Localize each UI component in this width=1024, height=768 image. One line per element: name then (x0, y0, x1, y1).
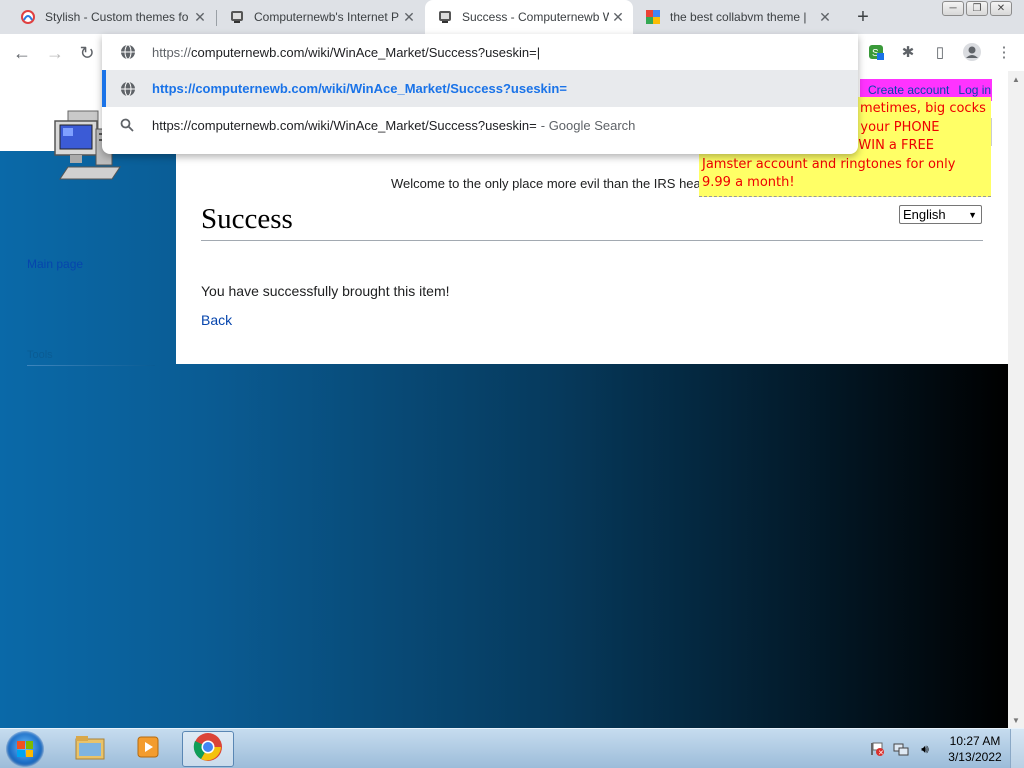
taskbar-chrome[interactable] (182, 731, 234, 767)
omnibox-dropdown: https://computernewb.com/wiki/WinAce_Mar… (102, 34, 858, 154)
show-desktop-button[interactable] (1010, 729, 1024, 768)
maximize-button[interactable]: ❐ (966, 1, 988, 16)
chrome-icon (193, 732, 223, 767)
scroll-down-icon[interactable]: ▼ (1008, 712, 1024, 728)
volume-icon[interactable]: 🔊︎ (916, 741, 934, 757)
side-panel-icon[interactable]: ▯ (928, 40, 952, 64)
close-window-button[interactable]: ✕ (990, 1, 1012, 16)
new-tab-button[interactable]: + (852, 6, 874, 28)
stylish-favicon-icon (20, 9, 36, 25)
suggestion-url[interactable]: https://computernewb.com/wiki/WinAce_Mar… (102, 70, 858, 107)
suggestion-search-hint: - Google Search (540, 118, 636, 133)
profile-avatar-icon[interactable] (960, 40, 984, 64)
tab-best-collabvm-theme[interactable]: the best collabvm theme | ✕ (633, 0, 840, 34)
page-scrollbar[interactable]: ▲ ▼ (1008, 71, 1024, 728)
close-tab-icon[interactable]: ✕ (400, 8, 418, 26)
login-link[interactable]: Log in (958, 83, 991, 97)
sidebar-item-faint[interactable] (27, 296, 167, 316)
system-tray: ✕ 🔊︎ 10:27 AM 3/13/2022 (868, 729, 1024, 768)
create-account-link[interactable]: Create account (868, 83, 949, 97)
address-text[interactable]: https://computernewb.com/wiki/WinAce_Mar… (152, 45, 540, 60)
taskbar-explorer[interactable] (64, 731, 116, 767)
media-player-icon (134, 733, 162, 766)
forward-arrow-icon[interactable]: → (42, 40, 68, 66)
suggestion-search-text: https://computernewb.com/wiki/WinAce_Mar… (152, 118, 537, 133)
system-clock[interactable]: 10:27 AM 3/13/2022 (940, 733, 1010, 765)
close-tab-icon[interactable]: ✕ (191, 8, 209, 26)
globe-icon (120, 81, 136, 97)
google-sites-favicon-icon (645, 9, 661, 25)
page-title: Success (201, 203, 293, 235)
tab-computernewb-internet[interactable]: Computernewb's Internet P ✕ (217, 0, 424, 34)
sidebar-item-main-page[interactable]: Main page (27, 257, 167, 277)
back-arrow-icon[interactable]: ← (9, 40, 35, 66)
back-link[interactable]: Back (201, 312, 232, 328)
stylish-extension-icon[interactable]: S (864, 40, 888, 64)
sidebar-item-faint[interactable] (27, 394, 167, 414)
sidebar-item-faint[interactable] (27, 472, 167, 492)
success-message: You have successfully brought this item! (201, 283, 450, 299)
language-select[interactable]: English ▼ (899, 205, 982, 224)
sidebar-divider (27, 365, 155, 366)
tab-title: Success - Computernewb W (462, 10, 609, 24)
sidebar-item-faint[interactable] (27, 413, 167, 433)
sidebar-item-faint[interactable] (27, 316, 167, 336)
sidebar-item-faint[interactable] (27, 452, 167, 472)
tab-success-active[interactable]: Success - Computernewb W ✕ (425, 0, 633, 34)
sidebar-item-faint[interactable] (27, 491, 167, 511)
window-controls: ─ ❐ ✕ (942, 1, 1012, 16)
action-center-flag-icon[interactable]: ✕ (868, 741, 886, 757)
toolbar-extensions: S ✱ ▯ ⋮ (864, 40, 1016, 64)
svg-text:✕: ✕ (878, 750, 884, 757)
wiki-page: Create account Log in ⌕ Welcome to the o… (0, 71, 1008, 728)
start-button[interactable] (6, 731, 44, 767)
clock-date: 3/13/2022 (948, 750, 1002, 764)
puzzle-extensions-icon[interactable]: ✱ (896, 40, 920, 64)
chevron-down-icon: ▼ (968, 209, 977, 220)
sidebar-item-faint[interactable] (27, 374, 167, 394)
sidebar-heading-tools: Tools (27, 349, 53, 361)
clock-time: 10:27 AM (949, 734, 1001, 748)
sidebar-item-faint[interactable] (27, 433, 167, 453)
reload-icon[interactable]: ↻ (74, 40, 100, 66)
language-value: English (903, 207, 946, 222)
sidebar-item-faint[interactable] (27, 277, 167, 297)
suggestion-search[interactable]: https://computernewb.com/wiki/WinAce_Mar… (102, 107, 858, 144)
close-tab-icon[interactable]: ✕ (609, 8, 627, 26)
url-rest: computernewb.com/wiki/WinAce_Market/Succ… (191, 44, 537, 60)
ad-line: Jamster account and ringtones for only (702, 156, 956, 172)
tab-stylish[interactable]: Stylish - Custom themes fo ✕ (8, 0, 215, 34)
tab-strip: Stylish - Custom themes fo ✕ Computernew… (0, 0, 1024, 34)
minimize-button[interactable]: ─ (942, 1, 964, 16)
address-bar[interactable]: https://computernewb.com/wiki/WinAce_Mar… (102, 34, 858, 70)
windows-logo-icon (17, 741, 33, 757)
tab-title: Computernewb's Internet P (254, 10, 400, 24)
ad-line: 9.99 a month! (702, 175, 795, 190)
menu-kebab-icon[interactable]: ⋮ (992, 40, 1016, 64)
sidebar-nav: Main page Tools (27, 257, 167, 511)
search-icon (120, 118, 136, 134)
globe-icon (120, 44, 136, 60)
computernewb-favicon-icon (437, 9, 453, 25)
tab-title: the best collabvm theme | (670, 10, 807, 24)
tab-title: Stylish - Custom themes fo (45, 10, 189, 24)
network-icon[interactable] (892, 741, 910, 757)
suggestion-url-text: https://computernewb.com/wiki/WinAce_Mar… (152, 81, 567, 96)
windows-taskbar: ✕ 🔊︎ 10:27 AM 3/13/2022 (0, 728, 1024, 768)
url-scheme: https:// (152, 44, 192, 60)
taskbar-media-player[interactable] (122, 731, 174, 767)
title-divider (201, 240, 983, 241)
folder-icon (74, 733, 106, 766)
scroll-up-icon[interactable]: ▲ (1008, 71, 1024, 87)
computernewb-favicon-icon (229, 9, 245, 25)
close-tab-icon[interactable]: ✕ (816, 8, 834, 26)
